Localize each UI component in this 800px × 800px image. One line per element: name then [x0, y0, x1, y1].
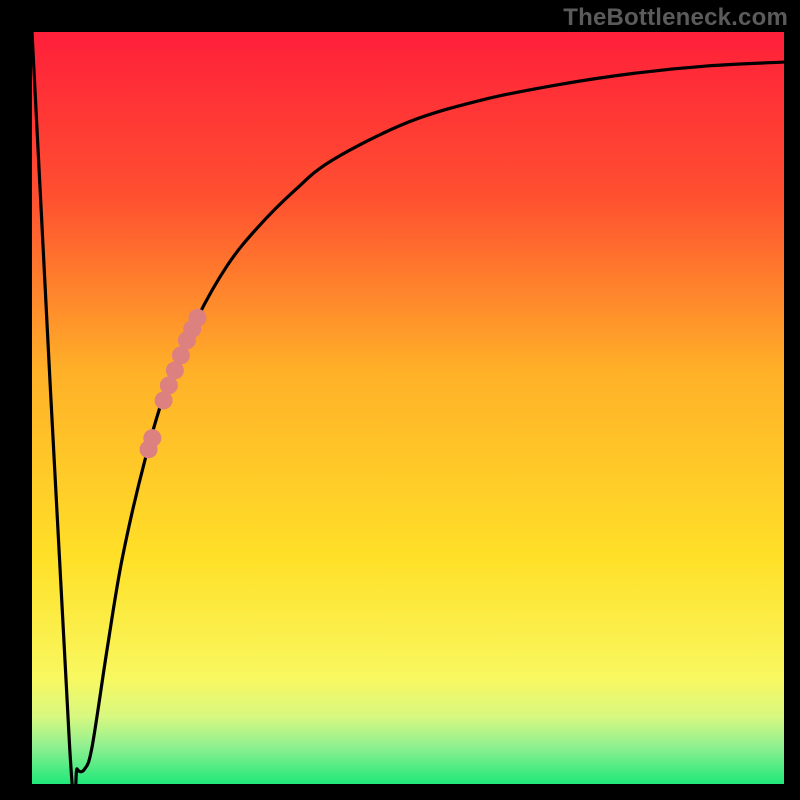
- highlight-marker: [143, 429, 161, 447]
- highlight-marker: [188, 309, 206, 327]
- bottleneck-plot: [0, 0, 800, 800]
- chart-frame: TheBottleneck.com: [0, 0, 800, 800]
- attribution-text: TheBottleneck.com: [563, 4, 788, 32]
- gradient-background: [32, 32, 784, 784]
